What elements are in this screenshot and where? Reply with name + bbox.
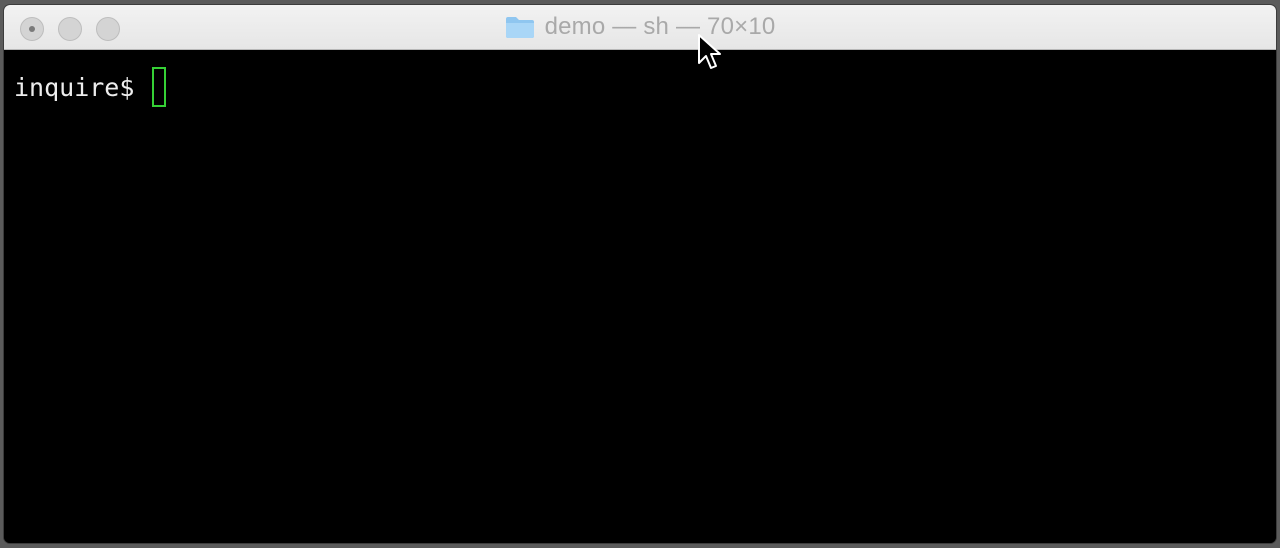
- window-controls: [20, 17, 120, 41]
- title-bar[interactable]: demo — sh — 70×10: [4, 5, 1276, 50]
- zoom-button[interactable]: [96, 17, 120, 41]
- mouse-pointer-icon: [697, 33, 723, 71]
- terminal-window: demo — sh — 70×10 inquire$: [4, 5, 1276, 543]
- terminal-body[interactable]: inquire$: [4, 51, 1276, 543]
- text-cursor: [152, 67, 167, 107]
- close-button[interactable]: [20, 17, 44, 41]
- shell-prompt: inquire$: [14, 72, 135, 102]
- minimize-button[interactable]: [58, 17, 82, 41]
- prompt-line: inquire$: [14, 67, 1266, 107]
- folder-icon: [505, 15, 535, 39]
- window-title: demo — sh — 70×10: [544, 13, 776, 40]
- window-title-group: demo — sh — 70×10: [505, 13, 776, 41]
- close-dot-icon: [29, 26, 35, 32]
